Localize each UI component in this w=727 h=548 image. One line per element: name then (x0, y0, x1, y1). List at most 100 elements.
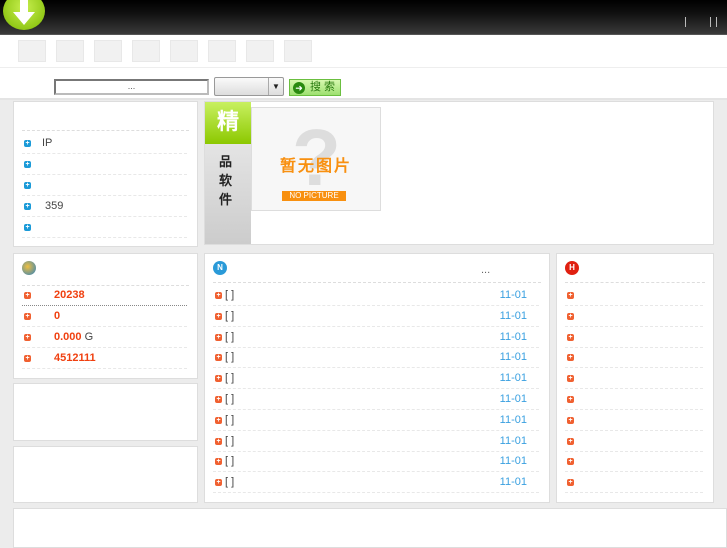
news-title[interactable]: [ ] (225, 476, 234, 488)
hot-item[interactable]: + (565, 368, 703, 390)
news-date: 11-01 (499, 289, 527, 301)
header-divider (710, 17, 711, 27)
hot-item[interactable]: + (565, 347, 703, 369)
news-item[interactable]: +[ ] 11-01 (213, 431, 539, 452)
plus-icon: + (215, 312, 222, 320)
news-item[interactable]: +[ ] 11-01 (213, 410, 539, 431)
news-date: 11-01 (499, 434, 527, 447)
nav-item[interactable] (208, 40, 236, 62)
news-title[interactable]: [ ] (225, 414, 234, 426)
news-item[interactable]: +[ ] 11-01 (213, 451, 539, 473)
plus-icon: + (215, 354, 222, 362)
search-button[interactable]: ➜ 搜 索 (289, 79, 341, 96)
plus-icon: + (24, 313, 31, 320)
plus-icon: + (215, 375, 222, 383)
news-item[interactable]: +[ ] 11-01 (213, 472, 539, 494)
stat-value: 20238 (54, 289, 85, 301)
news-date: 11-01 (499, 351, 527, 364)
plus-icon: + (24, 292, 31, 299)
news-title[interactable]: [ ] (225, 393, 234, 405)
plus-icon: + (567, 312, 574, 320)
arrow-right-icon: ➜ (293, 82, 305, 94)
news-date: 11-01 (499, 413, 527, 426)
nav-item[interactable] (94, 40, 122, 62)
plus-icon: + (215, 292, 222, 299)
featured-badge: 精 (205, 102, 251, 144)
news-item[interactable]: +[ ] 11-01 (213, 347, 539, 369)
nav-item[interactable] (246, 40, 274, 62)
hot-item[interactable]: + (565, 410, 703, 431)
news-date: 11-01 (499, 372, 527, 385)
news-title[interactable]: [ ] (225, 372, 234, 384)
news-item[interactable]: +[ ] 11-01 (213, 368, 539, 390)
hot-item[interactable]: + (565, 472, 703, 494)
news-item[interactable]: +[ ] 11-01 (213, 327, 539, 348)
plus-icon: + (24, 161, 31, 168)
nav-item[interactable] (56, 40, 84, 62)
plus-icon: + (567, 458, 574, 466)
nav-item[interactable] (18, 40, 46, 62)
news-item[interactable]: +[ ] 11-01 (213, 306, 539, 327)
stat-item: +0.000 G (22, 327, 187, 348)
hot-item[interactable]: + (565, 306, 703, 327)
nav-item[interactable] (284, 40, 312, 62)
featured-char: 软 (219, 173, 233, 188)
hot-item[interactable]: + (565, 451, 703, 473)
featured-char: 件 (219, 192, 233, 207)
featured-vertical-text: 品 软 件 (219, 152, 233, 209)
news-title[interactable]: [ ] (225, 331, 234, 343)
h-badge-icon: H (565, 261, 579, 275)
news-title[interactable]: [ ] (225, 310, 234, 322)
plus-icon: + (215, 333, 222, 341)
news-date: 11-01 (499, 455, 527, 468)
list-item[interactable]: + (22, 154, 187, 175)
stat-unit: G (84, 331, 94, 343)
no-picture-placeholder[interactable]: ? 暂无图片 NO PICTURE (251, 107, 381, 211)
plus-icon: + (215, 458, 222, 466)
stat-value: 4512111 (54, 352, 96, 364)
hot-panel: H + + + + + + + + + + (556, 253, 714, 503)
news-date: 11-01 (499, 393, 527, 405)
more-link[interactable]: ... (481, 264, 490, 276)
plus-icon: + (24, 203, 31, 210)
nav-item[interactable] (132, 40, 160, 62)
plus-icon: + (215, 396, 222, 403)
list-item[interactable]: + IP (22, 133, 187, 154)
plus-icon: + (567, 354, 574, 362)
search-input[interactable]: ... (54, 79, 209, 95)
category-select[interactable]: ▼ (214, 77, 284, 96)
download-logo-icon[interactable] (3, 0, 45, 30)
plus-icon: + (24, 355, 31, 362)
hot-item[interactable]: + (565, 389, 703, 410)
hot-item[interactable]: + (565, 285, 703, 306)
plus-icon: + (215, 416, 222, 424)
news-item[interactable]: +[ ] 11-01 (213, 285, 539, 306)
hot-item[interactable]: + (565, 431, 703, 452)
chevron-down-icon[interactable]: ▼ (268, 78, 283, 95)
plus-icon: + (567, 437, 574, 445)
news-date: 11-01 (499, 309, 527, 322)
hot-item[interactable]: + (565, 327, 703, 348)
plus-icon: + (567, 416, 574, 424)
news-title[interactable]: [ ] (225, 435, 234, 447)
list-item[interactable]: + (22, 217, 187, 238)
list-item[interactable]: + (22, 175, 187, 196)
plus-icon: + (567, 333, 574, 341)
plus-icon: + (24, 182, 31, 189)
news-date: 11-01 (499, 330, 527, 343)
globe-icon (22, 261, 36, 275)
info-panel: + IP + + +359 + (13, 101, 198, 247)
nav-item[interactable] (170, 40, 198, 62)
news-title[interactable]: [ ] (225, 455, 234, 467)
empty-panel (13, 446, 198, 503)
nav-bar (0, 35, 727, 68)
stat-item: +20238 (22, 285, 187, 306)
news-title[interactable]: [ ] (225, 289, 234, 301)
plus-icon: + (24, 140, 31, 147)
stat-item: +4512111 (22, 348, 187, 369)
stat-value: 0 (54, 310, 61, 322)
news-title[interactable]: [ ] (225, 351, 234, 363)
list-item[interactable]: +359 (22, 196, 187, 217)
featured-panel: 精 品 软 件 ? 暂无图片 NO PICTURE (204, 101, 714, 245)
news-item[interactable]: +[ ] 11-01 (213, 389, 539, 410)
